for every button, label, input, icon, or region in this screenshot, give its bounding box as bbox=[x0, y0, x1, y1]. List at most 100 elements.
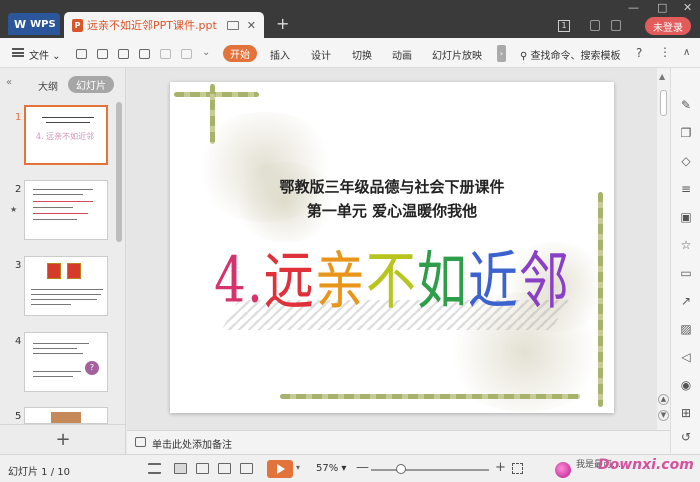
slide-thumbnail-3[interactable] bbox=[24, 256, 108, 316]
redo-icon[interactable] bbox=[181, 49, 192, 59]
crop-icon[interactable]: ⊞ bbox=[679, 406, 693, 420]
title-char: . bbox=[246, 243, 264, 317]
scrollbar-thumb[interactable] bbox=[660, 90, 667, 116]
notes-view-icon[interactable] bbox=[148, 463, 161, 474]
menu-icon[interactable] bbox=[12, 48, 24, 57]
editing-canvas: 鄂教版三年级品德与社会下册课件 第一单元 爱心温暖你我他 4.远亲不如近邻 bbox=[127, 68, 657, 430]
title-bar: W WPS P 远亲不如近邻PPT课件.ppt ✕ + — □ ✕ 1 未登录 bbox=[0, 0, 700, 38]
archive-icon[interactable]: ▭ bbox=[679, 266, 693, 280]
slide-subtitle-1: 鄂教版三年级品德与社会下册课件 bbox=[279, 178, 505, 196]
slide-panel: « 大纲 幻灯片 1 4. 远亲不如近邻 2 ★ 3 4 ? 5 + bbox=[0, 68, 126, 454]
more-options-button[interactable]: ⋮ bbox=[659, 45, 671, 59]
maximize-button[interactable]: □ bbox=[657, 1, 667, 14]
print-icon[interactable] bbox=[118, 49, 129, 59]
title-char: 邻 bbox=[518, 244, 570, 318]
save-icon[interactable] bbox=[76, 49, 87, 59]
export-pdf-icon[interactable] bbox=[97, 49, 108, 59]
slide-thumbnail-4[interactable]: ? bbox=[24, 332, 108, 392]
watermark-logo-icon bbox=[555, 462, 571, 478]
notes-bar[interactable]: 单击此处添加备注 bbox=[127, 430, 670, 454]
current-slide[interactable]: 鄂教版三年级品德与社会下册课件 第一单元 爱心温暖你我他 4.远亲不如近邻 bbox=[170, 82, 614, 413]
tab-insert[interactable]: 插入 bbox=[270, 47, 290, 62]
vine-border-left bbox=[210, 84, 215, 144]
window-layout-icon[interactable]: 1 bbox=[558, 20, 570, 32]
tab-transition[interactable]: 切换 bbox=[352, 47, 372, 62]
zoom-value: 57% bbox=[316, 463, 339, 474]
normal-view-icon[interactable] bbox=[174, 463, 187, 474]
more-tabs-button[interactable]: › bbox=[497, 45, 506, 62]
scroll-up-icon[interactable]: ▲ bbox=[659, 72, 665, 81]
zoom-level[interactable]: 57% ▾ bbox=[316, 463, 346, 474]
shirt-icon[interactable] bbox=[611, 20, 621, 31]
minimize-button[interactable]: — bbox=[628, 1, 639, 14]
zoom-slider[interactable] bbox=[371, 469, 489, 471]
ppt-file-icon: P bbox=[72, 18, 83, 32]
shapes-icon[interactable]: ◇ bbox=[679, 154, 693, 168]
next-slide-icon[interactable]: ▼ bbox=[658, 410, 669, 421]
print-preview-icon[interactable] bbox=[139, 49, 150, 59]
tab-home[interactable]: 开始 bbox=[223, 45, 257, 62]
file-menu-label: 文件 bbox=[29, 51, 49, 62]
document-tab[interactable]: P 远亲不如近邻PPT课件.ppt ✕ bbox=[64, 12, 264, 38]
thumbnail-number: 5 bbox=[15, 411, 22, 422]
presenter-view-icon[interactable] bbox=[240, 463, 253, 474]
tab-animation[interactable]: 动画 bbox=[392, 47, 412, 62]
login-button[interactable]: 未登录 bbox=[645, 17, 691, 35]
new-tab-button[interactable]: + bbox=[276, 14, 289, 33]
slide-counter: 幻灯片 1 / 10 bbox=[8, 467, 70, 478]
close-tab-icon[interactable]: ✕ bbox=[247, 19, 256, 32]
tab-slides[interactable]: 幻灯片 bbox=[68, 76, 114, 93]
zoom-slider-handle[interactable] bbox=[395, 464, 406, 474]
canvas-scrollbar[interactable]: ▲ ▲ ▼ bbox=[657, 68, 670, 430]
notes-icon bbox=[135, 437, 146, 447]
tab-outline[interactable]: 大纲 bbox=[38, 78, 58, 93]
pin-icon[interactable]: ✎ bbox=[679, 98, 693, 112]
title-char: 远 bbox=[263, 244, 315, 318]
reading-view-icon[interactable] bbox=[218, 463, 231, 474]
tab-design[interactable]: 设计 bbox=[311, 47, 331, 62]
record-icon[interactable]: ◉ bbox=[679, 378, 693, 392]
title-char: 不 bbox=[365, 244, 417, 318]
notes-placeholder[interactable]: 单击此处添加备注 bbox=[152, 436, 232, 451]
panel-scrollbar[interactable] bbox=[116, 102, 122, 242]
slide-thumbnail-1[interactable]: 4. 远亲不如近邻 bbox=[24, 105, 108, 165]
star-icon[interactable]: ☆ bbox=[679, 238, 693, 252]
audio-icon[interactable]: ◁ bbox=[679, 350, 693, 364]
play-dropdown-icon[interactable]: ▾ bbox=[296, 463, 300, 472]
tab-slideshow[interactable]: 幻灯片放映 bbox=[432, 47, 482, 62]
slide-thumbnail-2[interactable] bbox=[24, 180, 108, 240]
help-button[interactable]: ? bbox=[636, 46, 642, 60]
slide-sorter-icon[interactable] bbox=[196, 463, 209, 474]
image-icon[interactable]: ▣ bbox=[679, 210, 693, 224]
play-slideshow-button[interactable] bbox=[267, 460, 293, 478]
quick-access-dropdown-icon[interactable]: ⌄ bbox=[202, 47, 210, 58]
ribbon-toolbar: 文件 ⌄ ⌄ 开始 插入 设计 切换 动画 幻灯片放映 › ⚲ 查找命令、搜索模… bbox=[0, 38, 700, 68]
settings-sliders-icon[interactable]: ≡ bbox=[679, 182, 693, 196]
right-sidebar: ✎ ❐ ◇ ≡ ▣ ☆ ▭ ↗ ▨ ◁ ◉ ⊞ ↺ bbox=[670, 68, 700, 454]
wps-home-tab[interactable]: W WPS bbox=[8, 13, 60, 35]
collapse-panel-icon[interactable]: « bbox=[6, 77, 12, 88]
monitor-icon[interactable] bbox=[226, 20, 239, 30]
zoom-out-button[interactable]: — bbox=[356, 460, 369, 475]
animation-star-icon: ★ bbox=[10, 205, 18, 214]
copy-icon[interactable]: ❐ bbox=[679, 126, 693, 140]
collapse-ribbon-button[interactable]: ∧ bbox=[683, 47, 690, 58]
add-slide-button[interactable]: + bbox=[0, 424, 126, 454]
history-icon[interactable]: ↺ bbox=[679, 430, 693, 444]
file-menu[interactable]: 文件 ⌄ bbox=[29, 47, 61, 62]
thumbnail-number: 2 bbox=[15, 184, 22, 195]
share-icon[interactable]: ↗ bbox=[679, 294, 693, 308]
search-label: 查找命令、搜索模板 bbox=[530, 51, 621, 62]
undo-icon[interactable] bbox=[160, 49, 171, 59]
command-search[interactable]: ⚲ 查找命令、搜索模板 bbox=[520, 47, 621, 62]
skin-icon[interactable] bbox=[590, 20, 600, 31]
fit-window-icon[interactable] bbox=[512, 463, 523, 474]
close-window-button[interactable]: ✕ bbox=[683, 1, 692, 14]
picture-icon[interactable]: ▨ bbox=[679, 322, 693, 336]
previous-slide-icon[interactable]: ▲ bbox=[658, 394, 669, 405]
zoom-in-button[interactable]: + bbox=[495, 460, 506, 475]
watermark-text: Downxi.com bbox=[598, 457, 694, 473]
thumbnail-title: 4. 远亲不如近邻 bbox=[36, 132, 95, 141]
slide-thumbnail-5[interactable] bbox=[24, 407, 108, 424]
title-char: 如 bbox=[416, 244, 468, 318]
